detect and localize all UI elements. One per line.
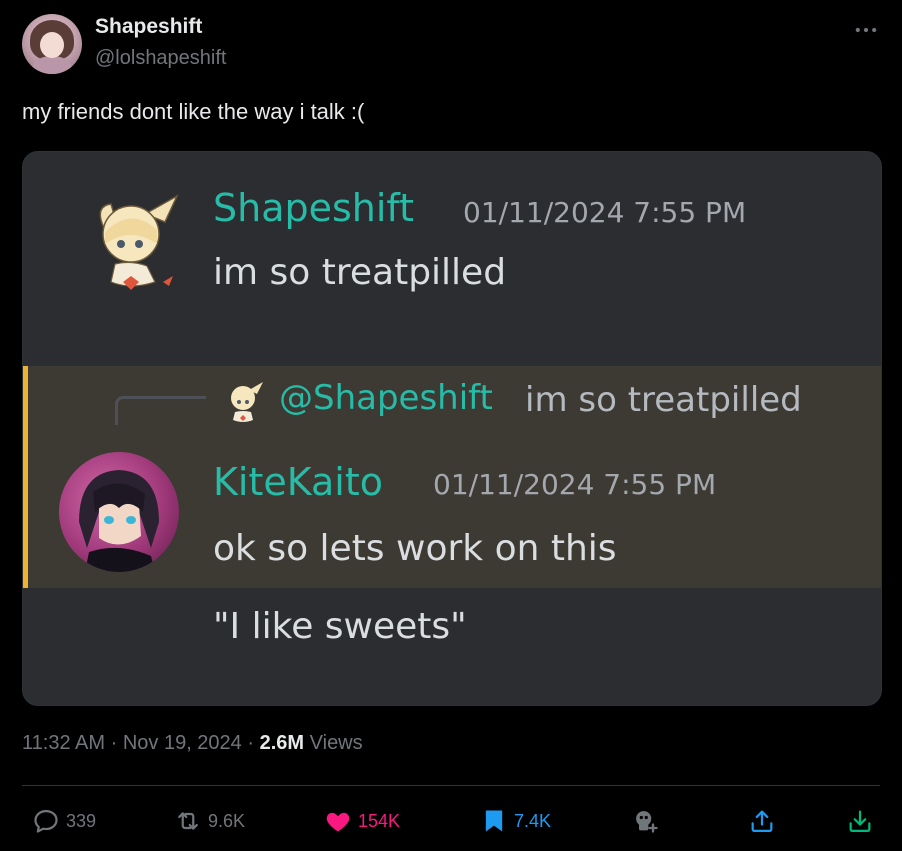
message2-line1: ok so lets work on this xyxy=(213,528,617,569)
grok-icon xyxy=(636,811,658,833)
views-label: Views xyxy=(309,732,363,754)
share-button[interactable] xyxy=(748,805,776,837)
bookmark-button[interactable]: 7.4K xyxy=(480,805,551,837)
reply-count: 339 xyxy=(66,810,97,831)
reply-mini-avatar xyxy=(231,382,263,422)
reply-icon xyxy=(34,809,58,833)
reply-snippet: im so treatpilled xyxy=(525,380,802,420)
kitekaito-discord-avatar xyxy=(59,452,179,572)
repost-icon xyxy=(178,812,198,830)
message2-line2: "I like sweets" xyxy=(213,606,467,647)
tweet-meta: 11:32 AM · Nov 19, 2024 · 2.6M Views xyxy=(22,732,363,755)
grok-button[interactable] xyxy=(632,805,660,837)
message1-text: im so treatpilled xyxy=(213,252,507,293)
download-icon xyxy=(849,810,871,833)
tweet-media-image[interactable]: Shapeshift 01/11/2024 7:55 PM im so trea… xyxy=(22,151,882,706)
shapeshift-discord-avatar xyxy=(99,194,179,290)
tweet-date[interactable]: Nov 19, 2024 xyxy=(123,732,242,754)
bookmark-count: 7.4K xyxy=(514,810,552,831)
like-icon xyxy=(326,812,350,832)
tweet-time[interactable]: 11:32 AM xyxy=(22,732,105,754)
meta-separator: · xyxy=(110,732,118,754)
author-avatar[interactable] xyxy=(22,14,82,74)
message1-username: Shapeshift xyxy=(213,186,415,230)
author-handle[interactable]: @lolshapeshift xyxy=(95,47,226,70)
reply-button[interactable]: 339 xyxy=(32,805,96,837)
author-name[interactable]: Shapeshift xyxy=(95,15,202,39)
message2-timestamp: 01/11/2024 7:55 PM xyxy=(433,468,717,501)
like-button[interactable]: 154K xyxy=(324,805,400,837)
more-icon[interactable] xyxy=(852,16,880,44)
reply-mention: @Shapeshift xyxy=(279,378,493,418)
bookmark-icon xyxy=(485,810,503,832)
tweet: Shapeshift @lolshapeshift my friends don… xyxy=(0,0,902,851)
divider xyxy=(22,785,880,786)
reply-connector xyxy=(115,396,206,425)
tweet-text: my friends dont like the way i talk :( xyxy=(22,99,365,124)
download-button[interactable] xyxy=(846,805,874,837)
meta-separator: · xyxy=(247,732,255,754)
message1-timestamp: 01/11/2024 7:55 PM xyxy=(463,196,747,229)
message2-username: KiteKaito xyxy=(213,460,383,504)
views-count: 2.6M xyxy=(259,732,305,754)
repost-button[interactable]: 9.6K xyxy=(174,805,245,837)
like-count: 154K xyxy=(358,810,401,831)
repost-count: 9.6K xyxy=(208,810,246,831)
share-icon xyxy=(751,810,773,833)
